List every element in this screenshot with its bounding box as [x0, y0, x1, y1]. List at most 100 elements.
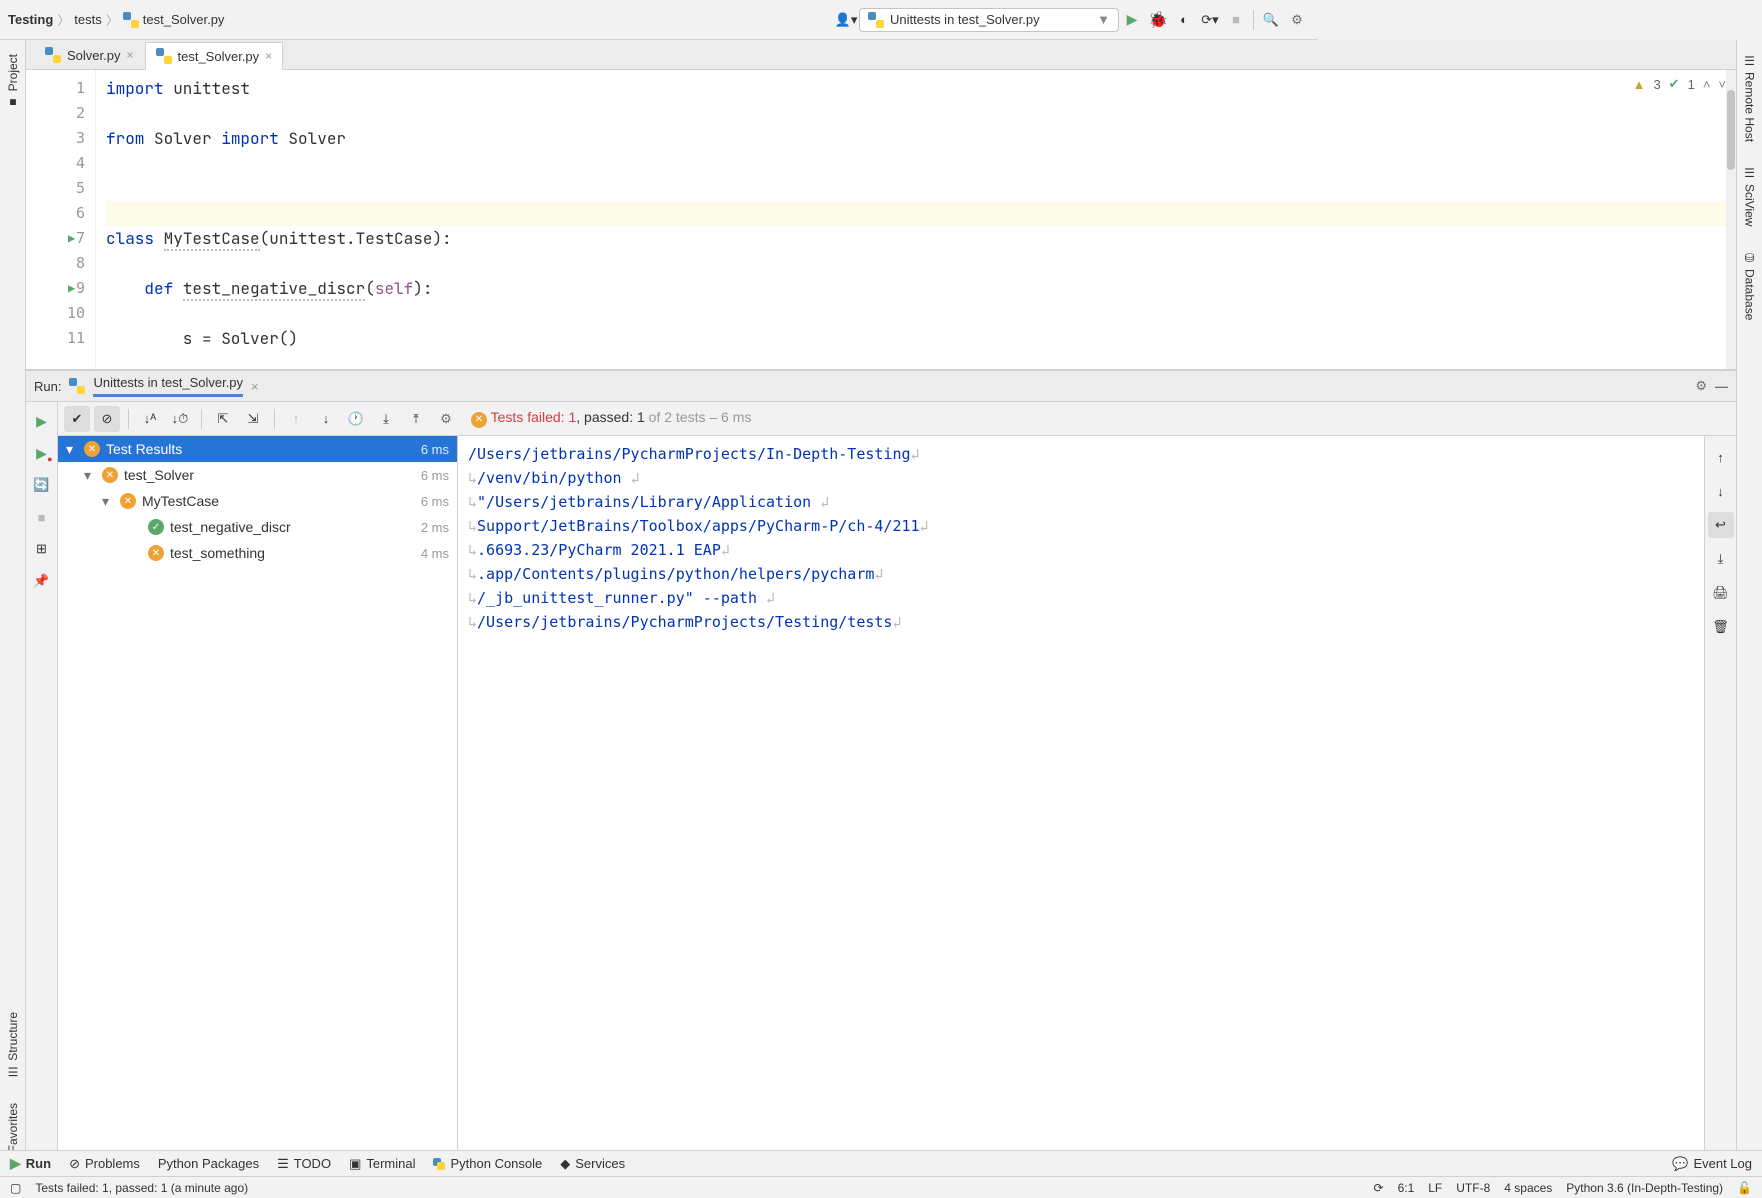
scroll-up-button[interactable]: ↑ [1708, 444, 1734, 470]
caret-position[interactable]: 6:1 [1398, 1181, 1415, 1195]
test-label: test_Solver [124, 467, 194, 483]
settings-icon[interactable]: ⚙ [1284, 7, 1310, 33]
pass-icon: ✓ [148, 519, 164, 535]
sort-duration-button[interactable]: ↓⏱ [167, 406, 193, 432]
test-tree-row[interactable]: ▾✕MyTestCase6 ms [58, 488, 457, 514]
run-button[interactable]: ▶ [1119, 7, 1145, 33]
hide-icon[interactable]: — [1715, 379, 1728, 394]
debug-button[interactable]: 🐞 [1145, 7, 1171, 33]
clear-button[interactable]: 🗑 [1708, 614, 1734, 640]
services-tool-button[interactable]: ◆Services [560, 1156, 625, 1172]
left-tool-stripe: ■Project ☰Structure ★Favorites [0, 40, 26, 1176]
settings-icon[interactable]: ⚙ [433, 406, 459, 432]
breadcrumb-file[interactable]: test_Solver.py [123, 12, 225, 28]
prev-test-button[interactable]: ↑ [283, 406, 309, 432]
chevron-down-icon[interactable]: ˅ [1718, 77, 1726, 92]
right-tool-stripe: ☰Remote Host ☰SciView ⛁Database [1736, 40, 1762, 1176]
test-tree-row[interactable]: ✕test_something4 ms [58, 540, 457, 566]
pin-button[interactable]: 📌 [29, 568, 55, 594]
structure-tool-button[interactable]: ☰Structure [4, 1006, 22, 1085]
run-line-marker-icon[interactable]: ▶ [68, 276, 75, 301]
collapse-all-button[interactable]: ⇲ [240, 406, 266, 432]
show-passed-toggle[interactable]: ✔ [64, 406, 90, 432]
sort-alpha-button[interactable]: ↓ᴬ [137, 406, 163, 432]
lock-icon[interactable]: 🔓 [1737, 1181, 1752, 1195]
close-icon[interactable]: × [126, 48, 133, 62]
coverage-button[interactable]: ◐ [1171, 7, 1197, 33]
processes-icon[interactable]: ⟳ [1374, 1181, 1384, 1195]
tab-solver[interactable]: Solver.py × [34, 41, 145, 69]
expand-all-button[interactable]: ⇱ [210, 406, 236, 432]
chevron-icon[interactable]: ▾ [102, 493, 114, 510]
import-button[interactable]: ⤓ [373, 406, 399, 432]
breadcrumb-root[interactable]: Testing [8, 12, 53, 27]
sciview-tool-button[interactable]: ☰SciView [1741, 160, 1759, 232]
scroll-to-end-button[interactable]: ⤓ [1708, 546, 1734, 572]
close-icon[interactable]: × [251, 379, 259, 394]
run-config-label: Unittests in test_Solver.py [890, 12, 1040, 27]
line-separator[interactable]: LF [1428, 1181, 1442, 1195]
next-test-button[interactable]: ↓ [313, 406, 339, 432]
project-tool-button[interactable]: ■Project [4, 48, 22, 115]
problems-tool-button[interactable]: ⊘Problems [69, 1156, 140, 1172]
code-area[interactable]: import unittest from Solver import Solve… [96, 70, 1736, 369]
soft-wrap-button[interactable]: ↩ [1708, 512, 1734, 538]
rerun-button[interactable]: ▶ [29, 408, 55, 434]
test-tree-row[interactable]: ✓test_negative_discr2 ms [58, 514, 457, 540]
editor-tabs: Solver.py × test_Solver.py × [26, 40, 1736, 70]
profile-button[interactable]: ⟳▾ [1197, 7, 1223, 33]
tool-windows-icon[interactable]: ▢ [10, 1181, 21, 1195]
editor-scrollbar[interactable] [1726, 70, 1736, 369]
test-tree-row[interactable]: ▾✕test_Solver6 ms [58, 462, 457, 488]
event-log-button[interactable]: 💬Event Log [1672, 1156, 1752, 1172]
main-area: Solver.py × test_Solver.py × 1234567▶89▶… [26, 40, 1736, 1176]
breadcrumb-tests[interactable]: tests [74, 12, 101, 27]
layout-button[interactable]: ⊞ [29, 536, 55, 562]
python-packages-tool-button[interactable]: Python Packages [158, 1156, 259, 1171]
inspection-widget[interactable]: ▲3 ✔1 ˄ ˅ [1633, 76, 1726, 92]
remote-host-tool-button[interactable]: ☰Remote Host [1741, 48, 1759, 148]
indent[interactable]: 4 spaces [1504, 1181, 1552, 1195]
rerun-failed-button[interactable]: ▶● [29, 440, 55, 466]
encoding[interactable]: UTF-8 [1456, 1181, 1490, 1195]
chevron-up-icon[interactable]: ˄ [1703, 77, 1711, 92]
test-console[interactable]: /Users/jetbrains/PycharmProjects/In-Dept… [458, 436, 1704, 1176]
close-icon[interactable]: × [265, 49, 272, 63]
user-icon[interactable]: 👤▾ [833, 7, 859, 33]
run-line-marker-icon[interactable]: ▶ [68, 226, 75, 251]
todo-tool-button[interactable]: ☰TODO [277, 1156, 331, 1172]
run-tool-button[interactable]: ▶Run [10, 1155, 51, 1172]
python-console-tool-button[interactable]: Python Console [433, 1156, 542, 1171]
history-button[interactable]: 🕐 [343, 406, 369, 432]
stop-button[interactable]: ■ [29, 504, 55, 530]
chevron-icon[interactable]: ▾ [66, 441, 78, 458]
export-button[interactable]: ⤒ [403, 406, 429, 432]
run-tab-label[interactable]: Unittests in test_Solver.py [93, 375, 243, 397]
test-duration: 6 ms [421, 442, 449, 457]
scroll-down-button[interactable]: ↓ [1708, 478, 1734, 504]
status-bar: ▢ Tests failed: 1, passed: 1 (a minute a… [0, 1176, 1762, 1198]
run-tool-body: ▶ ▶● 🔄 ■ ⊞ 📌 ✔ ⊘ ↓ᴬ ↓⏱ ⇱ ⇲ ↑ ↓ 🕐 ⤓ [26, 402, 1736, 1176]
editor[interactable]: 1234567▶89▶1011 import unittest from Sol… [26, 70, 1736, 370]
run-configuration-selector[interactable]: Unittests in test_Solver.py ▼ [859, 8, 1119, 32]
stop-button[interactable]: ■ [1223, 7, 1249, 33]
test-tree-row[interactable]: ▾✕Test Results6 ms [58, 436, 457, 462]
test-tree[interactable]: ▾✕Test Results6 ms▾✕test_Solver6 ms▾✕MyT… [58, 436, 458, 1176]
interpreter[interactable]: Python 3.6 (In-Depth-Testing) [1566, 1181, 1723, 1195]
test-label: test_something [170, 545, 265, 561]
search-icon[interactable]: 🔍 [1258, 7, 1284, 33]
scrollbar-thumb[interactable] [1727, 90, 1735, 170]
chevron-icon[interactable]: ▾ [84, 467, 96, 484]
database-tool-button[interactable]: ⛁Database [1741, 245, 1759, 326]
tab-test-solver[interactable]: test_Solver.py × [145, 42, 284, 70]
top-toolbar: Testing 〉 tests 〉 test_Solver.py 👤▾ Unit… [0, 0, 1318, 40]
python-test-icon [156, 48, 172, 64]
settings-icon[interactable]: ⚙ [1695, 378, 1707, 394]
print-button[interactable]: 🖨 [1708, 580, 1734, 606]
test-label: Test Results [106, 441, 182, 457]
toggle-auto-test-button[interactable]: 🔄 [29, 472, 55, 498]
terminal-tool-button[interactable]: ▣Terminal [349, 1156, 415, 1172]
gutter[interactable]: 1234567▶89▶1011 [26, 70, 96, 369]
fail-icon: ✕ [471, 412, 487, 428]
show-ignored-toggle[interactable]: ⊘ [94, 406, 120, 432]
